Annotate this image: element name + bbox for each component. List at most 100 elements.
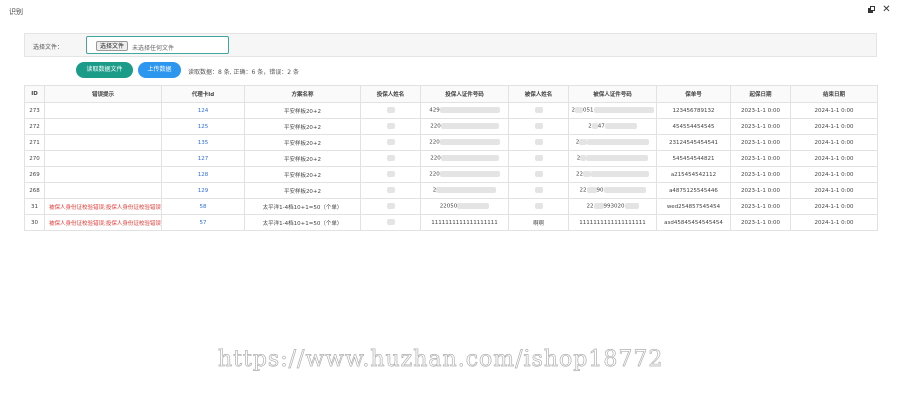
cell-insured-id: 1111111111111111111: [568, 214, 657, 231]
table-header-row: ID 错误提示 代理卡Id 方案名称 投保人姓名 投保人证件号码 被保人姓名 被保人证件号码保…: [24, 85, 878, 103]
cell-holder-name: [360, 182, 421, 199]
table-row[interactable]: 273 124 平安样板20+2 429 2 051 123456789132 2023-1-…: [24, 102, 878, 119]
redacted-block: [534, 139, 543, 146]
table-row[interactable]: 271 135 平安样板20+2 220 2 23124545454541 2023-1-1…: [24, 134, 878, 151]
cell-insured-name: [508, 182, 569, 199]
cell-end-date: 2024-1-1 0:00: [790, 166, 878, 183]
redacted-block: [534, 107, 543, 114]
cell-policy-no: wed254857545454: [656, 198, 731, 215]
col-id-header: ID: [24, 85, 45, 103]
cell-plan: 太平洋1-4档10+1=50（个单）: [244, 198, 361, 215]
choose-file-button[interactable]: 选择文件: [96, 41, 129, 51]
cell-policy-no: 123456789132: [656, 102, 731, 119]
table-row[interactable]: 31 被保人身份证校验错误;投保人身份证校验错误 58 太平洋1-4档10+1=50（…: [24, 198, 878, 215]
cell-holder-name: [360, 214, 421, 231]
file-input[interactable]: 选择文件 未选择任何文件: [86, 36, 229, 54]
cell-policy-no: a4875125545446: [656, 182, 731, 199]
redacted-block: [593, 203, 604, 210]
cell-id: 270: [24, 150, 45, 167]
read-data-file-button[interactable]: 读取数据文件: [76, 62, 133, 78]
table-row[interactable]: 269 128 平安样板20+2 220 22 a215454542112 2023-1-1…: [24, 166, 878, 183]
redacted-block: [457, 203, 490, 210]
cell-holder-id: 429: [420, 102, 509, 119]
cell-end-date: 2024-1-1 0:00: [790, 134, 878, 151]
redacted-block: [386, 203, 395, 210]
cell-card-id[interactable]: 135: [161, 134, 245, 151]
redacted-block: [604, 123, 637, 130]
cell-holder-name: [360, 118, 421, 135]
col-holder-name-header: 投保人姓名: [360, 85, 421, 103]
cell-end-date: 2024-1-1 0:00: [790, 182, 878, 199]
cell-holder-id: 220: [420, 118, 509, 135]
redacted-block: [386, 123, 395, 130]
cell-card-id[interactable]: 127: [161, 150, 245, 167]
cell-end-date: 2024-1-1 0:00: [790, 198, 878, 215]
cell-error: [44, 166, 162, 183]
cell-start-date: 2023-1-1 0:00: [730, 182, 791, 199]
cell-end-date: 2024-1-1 0:00: [790, 118, 878, 135]
cell-holder-id: 220: [420, 134, 509, 151]
cell-policy-no: a215454542112: [656, 166, 731, 183]
redacted-block: [386, 155, 395, 162]
cell-insured-id: 22 993020: [568, 198, 657, 215]
cell-holder-name: [360, 102, 421, 119]
redacted-block: [534, 187, 543, 194]
cell-plan: 平安样板20+2: [244, 134, 361, 151]
cell-card-id[interactable]: 125: [161, 118, 245, 135]
cell-insured-name: [508, 118, 569, 135]
cell-plan: 平安样板20+2: [244, 150, 361, 167]
cell-id: 268: [24, 182, 45, 199]
cell-start-date: 2023-1-1 0:00: [730, 118, 791, 135]
cell-id: 272: [24, 118, 45, 135]
cell-id: 30: [24, 214, 45, 231]
redacted-block: [439, 171, 500, 178]
restore-icon[interactable]: [867, 5, 876, 14]
col-error-header: 错误提示: [44, 85, 162, 103]
redacted-block: [587, 139, 650, 146]
table-row[interactable]: 268 129 平安样板20+2 2 22 90 a4875125545446 2023-1-…: [24, 182, 878, 199]
cell-policy-no: asd45845454545454: [656, 214, 731, 231]
cell-start-date: 2023-1-1 0:00: [730, 214, 791, 231]
redacted-block: [439, 139, 500, 146]
cell-holder-name: [360, 198, 421, 215]
cell-error: 被保人身份证校验错误;投保人身份证校验错误: [44, 198, 162, 215]
table-row[interactable]: 30 被保人身份证校验错误;投保人身份证校验错误 57 太平洋1-4档10+1=50（…: [24, 214, 878, 231]
cell-insured-id: 22: [568, 166, 657, 183]
redacted-block: [591, 171, 649, 178]
cell-card-id[interactable]: 58: [161, 198, 245, 215]
table-row[interactable]: 270 127 平安样板20+2 220 2 545454544821 2023-1-1 0…: [24, 150, 878, 167]
cell-error: [44, 150, 162, 167]
cell-card-id[interactable]: 128: [161, 166, 245, 183]
redacted-block: [534, 171, 543, 178]
cell-policy-no: 454554454545: [656, 118, 731, 135]
redacted-block: [534, 203, 543, 210]
cell-plan: 平安样板20+2: [244, 166, 361, 183]
cell-card-id[interactable]: 57: [161, 214, 245, 231]
redacted-block: [586, 187, 597, 194]
cell-card-id[interactable]: 129: [161, 182, 245, 199]
cell-holder-name: [360, 150, 421, 167]
cell-holder-id: 2: [420, 182, 509, 199]
upload-data-button[interactable]: 上传数据: [138, 62, 181, 78]
cell-id: 273: [24, 102, 45, 119]
cell-id: 31: [24, 198, 45, 215]
redacted-block: [440, 155, 499, 162]
redacted-block: [386, 171, 395, 178]
col-card-id-header: 代理卡Id: [161, 85, 245, 103]
cell-insured-name: [508, 166, 569, 183]
cell-error: [44, 102, 162, 119]
cell-error: [44, 182, 162, 199]
cell-error: [44, 118, 162, 135]
cell-start-date: 2023-1-1 0:00: [730, 150, 791, 167]
table-row[interactable]: 272 125 平安样板20+2 220 2 47 454554454545 2023-1-1…: [24, 118, 878, 135]
close-icon[interactable]: ✕: [882, 4, 891, 15]
cell-error: 被保人身份证校验错误;投保人身份证校验错误: [44, 214, 162, 231]
cell-error: [44, 134, 162, 151]
cell-policy-no: 545454544821: [656, 150, 731, 167]
col-plan-header: 方案名称: [244, 85, 361, 103]
watermark: https://www.huzhan.com/ishop18772: [218, 347, 664, 373]
cell-insured-name: [508, 102, 569, 119]
cell-plan: 平安样板20+2: [244, 182, 361, 199]
cell-holder-id: 22050: [420, 198, 509, 215]
cell-card-id[interactable]: 124: [161, 102, 245, 119]
